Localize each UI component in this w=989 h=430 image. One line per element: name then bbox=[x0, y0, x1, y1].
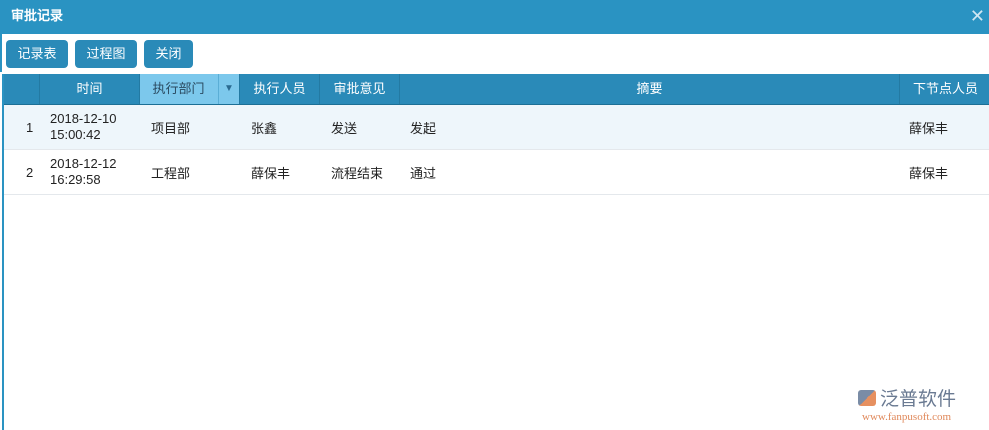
header-next[interactable]: 下节点人员 bbox=[900, 74, 989, 104]
row-dept: 项目部 bbox=[151, 120, 191, 136]
header-index bbox=[4, 74, 40, 104]
close-button[interactable]: 关闭 bbox=[144, 40, 193, 68]
header-dept[interactable]: 执行部门 ▼ bbox=[140, 74, 240, 104]
row-summary: 发起 bbox=[410, 120, 437, 136]
approval-grid: 时间 执行部门 ▼ 执行人员 审批意见 摘要 下节点人员 1 2018-12-10… bbox=[2, 74, 989, 430]
row-next: 薛保丰 bbox=[909, 165, 949, 181]
dropdown-arrow-icon[interactable]: ▼ bbox=[218, 74, 239, 104]
process-chart-button[interactable]: 过程图 bbox=[75, 40, 137, 68]
row-next: 薛保丰 bbox=[909, 120, 949, 136]
table-row[interactable]: 1 2018-12-10 15:00:42 项目部 张鑫 发送 发起 薛保丰 bbox=[4, 105, 989, 150]
row-person: 张鑫 bbox=[251, 120, 278, 136]
window-titlebar: 审批记录 ✕ bbox=[0, 0, 989, 34]
row-summary: 通过 bbox=[410, 165, 437, 181]
row-date: 2018-12-10 bbox=[50, 111, 117, 126]
logo-name: 泛普软件 bbox=[880, 389, 957, 410]
row-time: 16:29:58 bbox=[50, 172, 101, 187]
record-table-button[interactable]: 记录表 bbox=[6, 40, 68, 68]
row-dept: 工程部 bbox=[151, 165, 191, 181]
header-opinion[interactable]: 审批意见 bbox=[320, 74, 400, 104]
window-title: 审批记录 bbox=[11, 8, 64, 23]
row-person: 薛保丰 bbox=[251, 165, 291, 181]
fanpusoft-watermark: 泛普软件 www.fanpusoft.com bbox=[858, 384, 983, 423]
close-icon[interactable]: ✕ bbox=[970, 0, 985, 32]
row-date: 2018-12-12 bbox=[50, 156, 117, 171]
logo-url: www.fanpusoft.com bbox=[862, 411, 952, 423]
grid-header: 时间 执行部门 ▼ 执行人员 审批意见 摘要 下节点人员 bbox=[4, 74, 989, 105]
row-index: 1 bbox=[26, 119, 34, 135]
row-index: 2 bbox=[26, 164, 34, 180]
header-time[interactable]: 时间 bbox=[40, 74, 140, 104]
toolbar: 记录表 过程图 关闭 bbox=[0, 34, 989, 72]
table-row[interactable]: 2 2018-12-12 16:29:58 工程部 薛保丰 流程结束 通过 薛保丰 bbox=[4, 150, 989, 195]
row-time: 15:00:42 bbox=[50, 127, 101, 142]
header-dept-label: 执行部门 bbox=[152, 81, 205, 96]
header-summary[interactable]: 摘要 bbox=[400, 74, 900, 104]
row-opinion: 流程结束 bbox=[331, 165, 384, 181]
logo-icon bbox=[858, 389, 876, 406]
header-person[interactable]: 执行人员 bbox=[240, 74, 320, 104]
row-opinion: 发送 bbox=[331, 120, 358, 136]
